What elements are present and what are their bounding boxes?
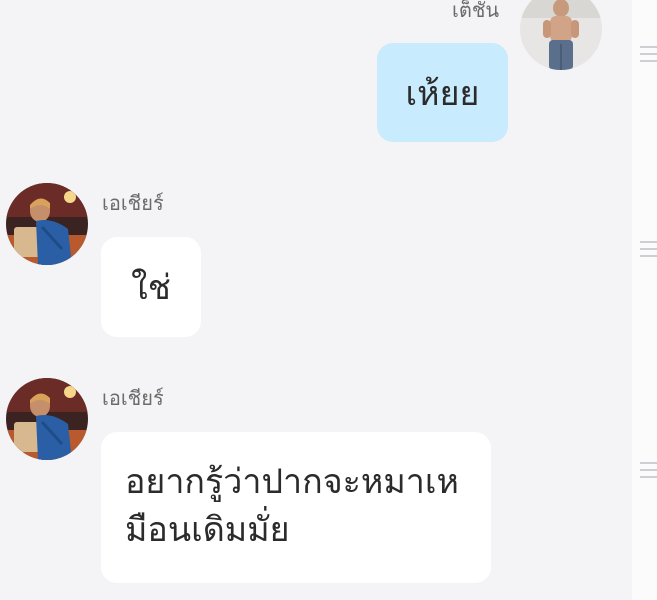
- message-text-line: มือนเดิมมั่ย: [125, 510, 290, 550]
- avatar-incoming[interactable]: [6, 378, 88, 460]
- message-bubble-outgoing[interactable]: เห้ยย: [377, 43, 508, 142]
- sender-name-incoming: เอเชียร์: [102, 191, 164, 215]
- menu-icon[interactable]: [640, 462, 657, 478]
- menu-icon[interactable]: [640, 46, 657, 62]
- sender-name-outgoing: เต็ชัน: [452, 0, 500, 22]
- avatar-incoming-image: [6, 378, 88, 460]
- sender-name-incoming: เอเชียร์: [102, 386, 164, 410]
- message-text-line: อยากรู้ว่าปากจะหมาเห: [125, 462, 459, 502]
- message-text: ใช่: [131, 268, 171, 308]
- message-bubble-incoming[interactable]: ใช่: [101, 237, 201, 337]
- message-actions-strip: [632, 0, 657, 600]
- menu-icon[interactable]: [640, 241, 657, 257]
- message-bubble-incoming[interactable]: อยากรู้ว่าปากจะหมาเห มือนเดิมมั่ย: [101, 432, 491, 583]
- message-text: เห้ยย: [405, 73, 480, 114]
- avatar-incoming[interactable]: [6, 183, 88, 265]
- avatar-incoming-image: [6, 183, 88, 265]
